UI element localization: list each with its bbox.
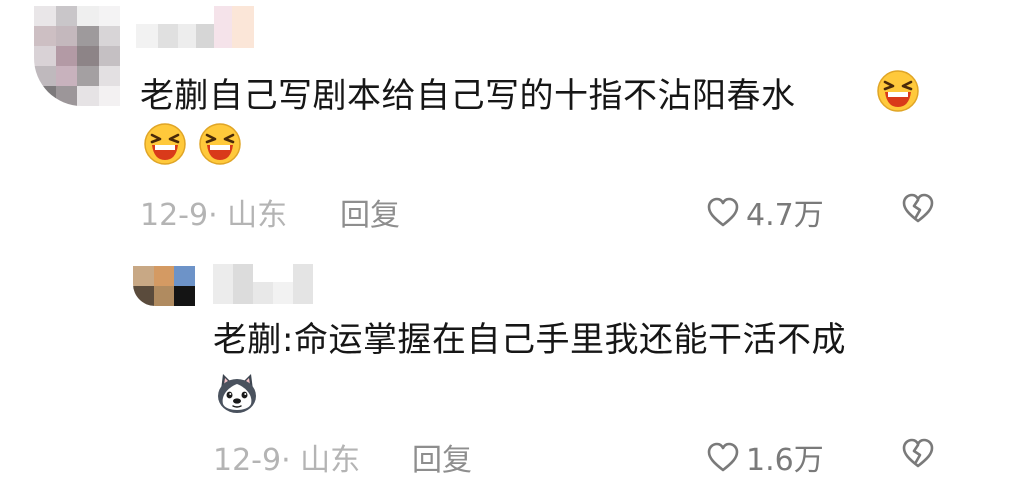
reply-button[interactable]: 回复 <box>340 190 400 234</box>
comment-location: 山东 <box>300 443 361 478</box>
reply-button[interactable]: 回复 <box>412 435 472 479</box>
commenter-avatar[interactable] <box>34 6 120 106</box>
reply-commenter-avatar[interactable] <box>133 266 195 306</box>
comment-date: 12-9· <box>140 198 218 233</box>
comment-text: 老蒯自己写剧本给自己写的十指不沾阳春水 <box>140 76 796 116</box>
heart-outline-icon <box>707 442 739 472</box>
like-button[interactable]: 4.7万 <box>706 190 824 234</box>
reply-commenter-name-blurred[interactable] <box>213 264 313 304</box>
husky-dog-face-emoji <box>218 374 256 413</box>
laughing-face-emoji <box>144 123 186 165</box>
commenter-name-blurred[interactable] <box>136 6 254 48</box>
like-count: 4.7万 <box>746 198 824 233</box>
comment-text: 老蒯:命运掌握在自己手里我还能干活不成 <box>213 320 846 360</box>
like-button[interactable]: 1.6万 <box>706 435 824 479</box>
broken-heart-icon[interactable] <box>900 436 936 470</box>
comment-date: 12-9· <box>213 443 291 478</box>
comment-meta: 12-9· 山东 <box>213 435 360 479</box>
heart-outline-icon <box>707 197 739 227</box>
like-count: 1.6万 <box>746 443 824 478</box>
laughing-face-emoji <box>877 70 919 112</box>
laughing-face-emoji <box>199 123 241 165</box>
comment-location: 山东 <box>227 198 288 233</box>
broken-heart-icon[interactable] <box>900 191 936 225</box>
comment-meta: 12-9· 山东 <box>140 190 287 234</box>
